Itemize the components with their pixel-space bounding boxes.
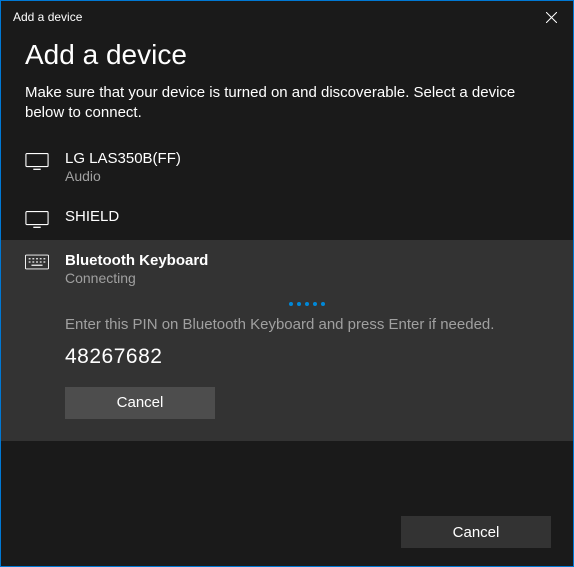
- close-button[interactable]: [535, 1, 567, 33]
- device-item-selected: Bluetooth Keyboard Connecting Enter this…: [1, 240, 573, 441]
- device-status: Connecting: [65, 270, 549, 286]
- device-name: LG LAS350B(FF): [65, 150, 549, 167]
- device-item[interactable]: LG LAS350B(FF) Audio: [1, 138, 573, 196]
- dialog-content: Add a device Make sure that your device …: [1, 33, 573, 441]
- device-item[interactable]: SHIELD: [1, 196, 573, 240]
- dialog-subheading: Make sure that your device is turned on …: [25, 83, 549, 124]
- device-name: SHIELD: [65, 208, 549, 225]
- titlebar: Add a device: [1, 1, 573, 33]
- keyboard-icon: [25, 254, 49, 270]
- device-info: LG LAS350B(FF) Audio: [65, 150, 549, 184]
- window-title: Add a device: [13, 10, 82, 24]
- device-info: Bluetooth Keyboard Connecting Enter this…: [65, 252, 549, 419]
- dialog-footer: Cancel: [401, 516, 551, 548]
- pairing-cancel-button[interactable]: Cancel: [65, 387, 215, 419]
- display-icon: [25, 210, 49, 228]
- device-name: Bluetooth Keyboard: [65, 252, 549, 269]
- pin-code: 48267682: [65, 345, 549, 369]
- device-info: SHIELD: [65, 208, 549, 225]
- device-subtext: Audio: [65, 168, 549, 184]
- dialog-heading: Add a device: [25, 39, 549, 71]
- progress-indicator: [65, 302, 549, 306]
- display-icon: [25, 152, 49, 170]
- dialog-cancel-button[interactable]: Cancel: [401, 516, 551, 548]
- device-list: LG LAS350B(FF) Audio SHIELD: [1, 138, 573, 441]
- close-icon: [546, 12, 557, 23]
- pin-instruction: Enter this PIN on Bluetooth Keyboard and…: [65, 316, 549, 333]
